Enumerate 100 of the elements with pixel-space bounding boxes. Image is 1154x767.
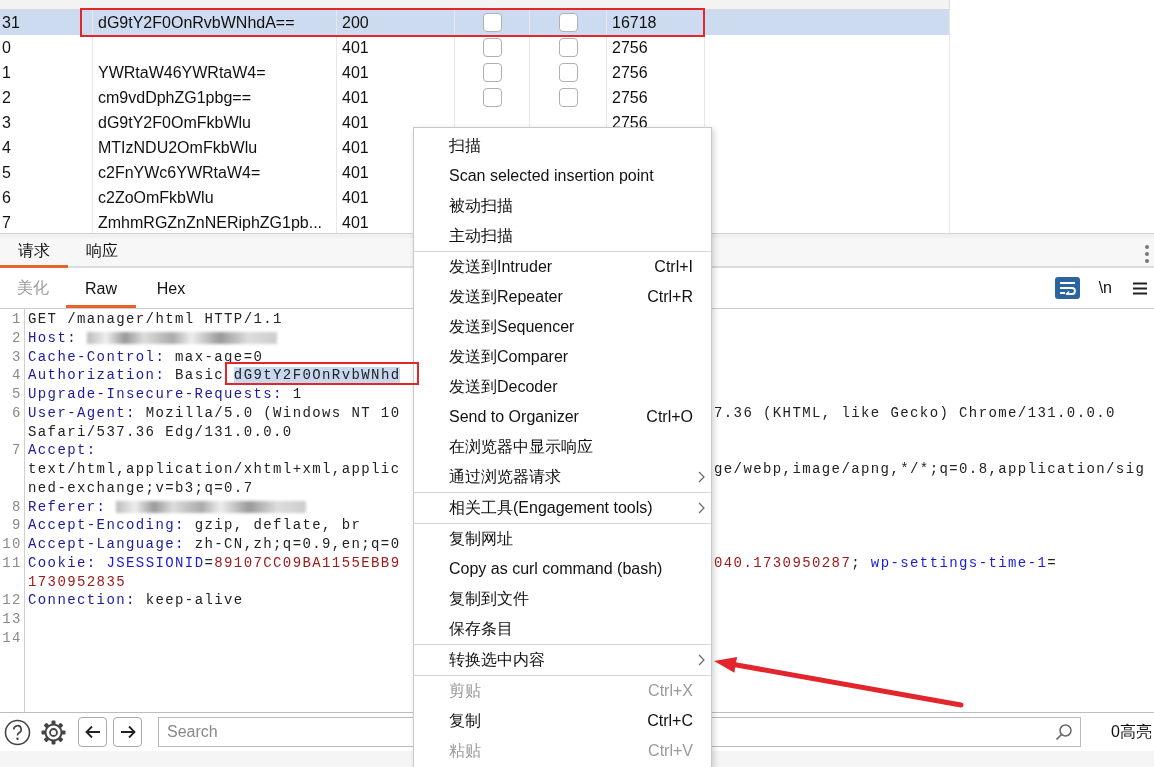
code-line: Cache-Control: max-age=0 [28, 347, 264, 367]
code-line: 040.1730950287; wp-settings-time-1= [714, 553, 1058, 573]
help-icon[interactable] [4, 718, 31, 746]
keyboard-shortcut: Ctrl+R [647, 288, 693, 306]
menu-item[interactable]: 复制到文件 [414, 584, 711, 614]
line-number: 7 [11, 441, 22, 460]
more-icon[interactable] [1144, 244, 1150, 264]
table-cell: 5 [0, 160, 93, 185]
keyboard-shortcut: Ctrl+O [646, 408, 693, 426]
table-cell: 2756 [607, 35, 705, 60]
menu-icon[interactable] [1133, 281, 1147, 295]
table-cell: 2 [0, 85, 93, 110]
table-cell: 0 [0, 35, 93, 60]
tab[interactable]: 请求 [0, 238, 68, 268]
forward-button[interactable] [113, 717, 142, 747]
code-line: Accept-Encoding: gzip, deflate, br [28, 516, 362, 535]
table-cell: dG9tY2F0OmFkbWlu [93, 110, 337, 135]
line-number: 6 [11, 403, 22, 423]
table-cell: 6 [0, 185, 93, 210]
code-line: Referer: [28, 497, 307, 517]
table-cell: 401 [337, 35, 455, 60]
table-cell: 31 [0, 10, 93, 35]
line-number: 3 [11, 347, 22, 367]
table-row[interactable]: 31 dG9tY2F0OnRvbWNhdA== 200 16718 [0, 10, 949, 35]
menu-item[interactable]: 发送到Decoder [414, 372, 711, 402]
table-row[interactable]: 0 401 2756 [0, 35, 949, 60]
code-line: Upgrade-Insecure-Requests: 1 [28, 385, 303, 404]
newline-button[interactable]: \n [1098, 279, 1112, 297]
menu-item[interactable]: 发送到Comparer [414, 342, 711, 372]
checkbox[interactable] [558, 38, 578, 57]
menu-item[interactable]: 发送到Intruder Ctrl+I [414, 252, 711, 282]
table-row[interactable]: 2 cm9vdDphZG1pbg== 401 2756 [0, 85, 949, 110]
menu-item[interactable]: Send to Organizer Ctrl+O [414, 402, 711, 432]
line-number: 1 [11, 310, 22, 329]
line-number: 8 [11, 497, 22, 517]
tab[interactable]: Hex [136, 272, 206, 308]
code-line: text/html,application/xhtml+xml,applic [28, 460, 401, 479]
code-line: Safari/537.36 Edg/131.0.0.0 [28, 422, 293, 442]
table-cell: 1 [0, 60, 93, 85]
search-icon [1055, 723, 1073, 741]
table-cell: 2756 [607, 60, 705, 85]
line-number: 2 [11, 328, 22, 348]
tab[interactable]: Raw [66, 272, 136, 308]
line-number: 13 [1, 610, 22, 629]
table-row[interactable]: 1 YWRtaW46YWRtaW4= 401 2756 [0, 60, 949, 85]
code-line: GET /manager/html HTTP/1.1 [28, 310, 283, 329]
code-line: ned-exchange;v=b3;q=0.7 [28, 478, 254, 498]
checkbox[interactable] [558, 63, 578, 82]
line-number: 14 [1, 628, 22, 648]
keyboard-shortcut: Ctrl+C [647, 712, 693, 730]
table-cell: 16718 [607, 10, 705, 35]
menu-item[interactable]: 发送到Repeater Ctrl+R [414, 282, 711, 312]
menu-item[interactable]: 转换选中内容 [414, 645, 711, 675]
table-cell: cm9vdDphZG1pbg== [93, 85, 337, 110]
menu-item[interactable]: 保存条目 [414, 614, 711, 644]
code-line: ge/webp,image/apng,*/*;q=0.8,application/sig [714, 460, 1146, 479]
code-line: 7.36 (KHTML, like Gecko) Chrome/131.0.0.0 [714, 403, 1116, 423]
table-cell: 4 [0, 135, 93, 160]
right-arrow-icon [119, 725, 136, 739]
table-cell: 401 [337, 85, 455, 110]
menu-item[interactable]: Copy as curl command (bash) [414, 554, 711, 584]
code-line: User-Agent: Mozilla/5.0 (Windows NT 10 [28, 403, 401, 423]
table-cell: 200 [337, 10, 455, 35]
line-number: 4 [11, 366, 22, 385]
checkbox[interactable] [482, 88, 502, 107]
checkbox[interactable] [482, 38, 502, 57]
menu-item[interactable]: 在浏览器中显示响应 [414, 432, 711, 462]
wrap-lines-button[interactable] [1054, 277, 1080, 299]
line-number: 5 [11, 385, 22, 404]
table-cell: dG9tY2F0OnRvbWNhdA== [93, 10, 337, 35]
table-cell: YWRtaW46YWRtaW4= [93, 60, 337, 85]
checkbox[interactable] [482, 13, 502, 32]
table-cell: MTIzNDU2OmFkbWlu [93, 135, 337, 160]
menu-item[interactable]: 复制 Ctrl+C [414, 706, 711, 736]
code-line: Cookie: JSESSIONID=89107CC09BA1155EBB9 [28, 553, 401, 573]
code-line: 1730952835 [28, 572, 126, 592]
line-number: 11 [1, 553, 22, 573]
tab[interactable]: 响应 [68, 238, 136, 268]
menu-item[interactable]: 通过浏览器请求 [414, 462, 711, 492]
left-arrow-icon [84, 725, 101, 739]
menu-item[interactable]: 复制网址 [414, 524, 711, 554]
checkbox[interactable] [558, 13, 578, 32]
menu-item[interactable]: 相关工具(Engagement tools) [414, 493, 711, 523]
checkbox[interactable] [482, 63, 502, 82]
table-cell: c2FnYWc6YWRtaW4= [93, 160, 337, 185]
code-line: Accept: [28, 441, 97, 460]
line-number: 10 [1, 535, 22, 554]
code-line: Accept-Language: zh-CN,zh;q=0.9,en;q=0 [28, 535, 401, 554]
line-number: 9 [11, 516, 22, 535]
table-cell: c2ZoOmFkbWlu [93, 185, 337, 210]
settings-icon[interactable] [40, 718, 67, 746]
keyboard-shortcut: Ctrl+X [648, 682, 693, 700]
back-button[interactable] [78, 717, 107, 747]
table-cell: 3 [0, 110, 93, 135]
highlight-count: 0高亮 [1111, 721, 1152, 742]
table-cell: 401 [337, 60, 455, 85]
menu-item[interactable]: 发送到Sequencer [414, 312, 711, 342]
checkbox[interactable] [558, 88, 578, 107]
code-line: Host: [28, 328, 277, 348]
code-line: Connection: keep-alive [28, 591, 244, 610]
